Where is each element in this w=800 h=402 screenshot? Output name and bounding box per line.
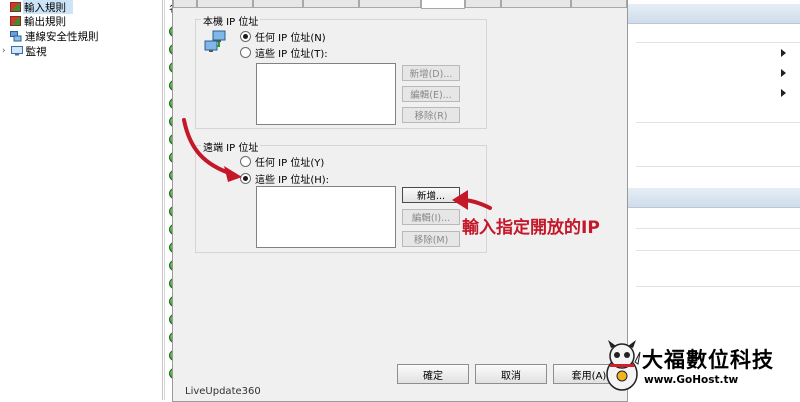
arrow-head-icon (224, 166, 242, 182)
brand-url: www.GoHost.tw (644, 374, 739, 386)
mascot-logo-icon (602, 340, 642, 395)
arrow-head-icon (452, 190, 468, 210)
arrow-to-radio (182, 118, 234, 176)
brand-watermark: 大福數位科技 www.GoHost.tw (600, 338, 800, 400)
annotation-text: 輸入指定開放的IP (462, 218, 600, 238)
brand-name: 大福數位科技 (642, 348, 774, 372)
